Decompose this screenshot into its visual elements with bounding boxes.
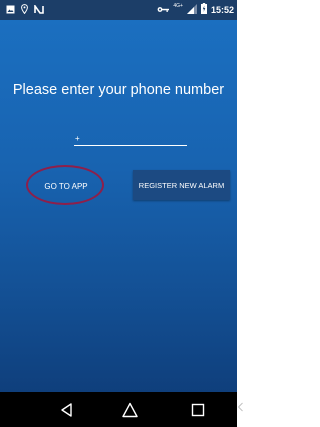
recent-apps-icon[interactable] [189, 401, 207, 419]
phone-number-prompt: Please enter your phone number [12, 82, 225, 98]
signal-icon [186, 3, 197, 16]
navigation-bar [0, 392, 237, 427]
nfc-icon [34, 3, 44, 16]
location-icon [21, 4, 28, 16]
phone-number-input[interactable] [74, 132, 187, 146]
status-bar: 4G+ 15:52 [0, 0, 237, 20]
phone-screen: 4G+ 15:52 Please enter your phone number… [0, 0, 237, 427]
status-bar-left [6, 3, 44, 16]
battery-icon [200, 3, 207, 16]
main-content: Please enter your phone number GO TO APP… [0, 20, 237, 392]
register-new-alarm-button[interactable]: REGISTER NEW ALARM [133, 170, 230, 200]
edge-arrow-icon [238, 400, 243, 412]
gallery-icon [6, 5, 15, 16]
back-icon[interactable] [58, 401, 76, 419]
status-bar-right: 4G+ 15:52 [157, 3, 234, 16]
go-to-app-button[interactable]: GO TO APP [30, 170, 102, 202]
status-time: 15:52 [210, 4, 234, 15]
network-type-label: 4G+ [173, 2, 183, 9]
home-icon[interactable] [121, 401, 139, 419]
vpn-key-icon [157, 5, 170, 15]
